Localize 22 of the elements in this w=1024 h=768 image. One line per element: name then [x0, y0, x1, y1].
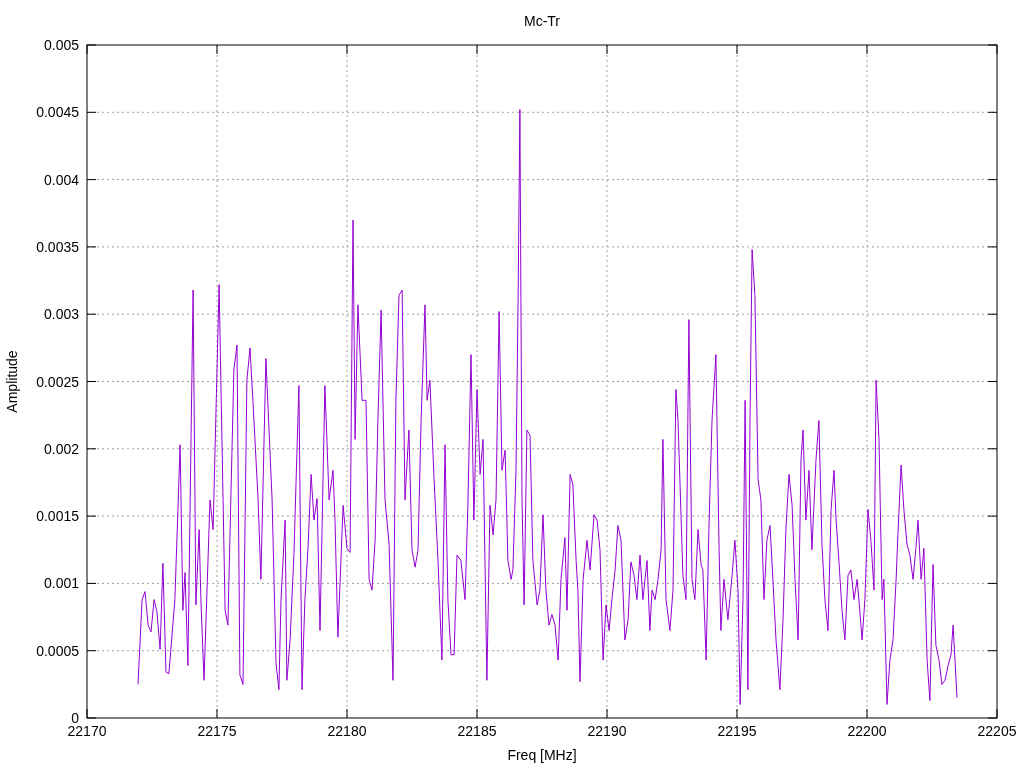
tick-label: 0.003: [43, 306, 79, 323]
tick-label: 22195: [717, 723, 757, 739]
tick-label: 0: [71, 710, 79, 726]
tick-label: 22200: [847, 723, 887, 739]
tick-label: 0.004: [43, 171, 79, 188]
tick-label: 22185: [457, 723, 497, 739]
tick-label: 0.002: [43, 440, 79, 457]
tick-label: 0.0045: [36, 104, 79, 121]
tick-label: 0.001: [43, 575, 79, 592]
tick-label: 0.0035: [36, 238, 79, 255]
x-axis-label: Freq [MHz]: [507, 747, 577, 763]
tick-label: 22180: [327, 723, 367, 739]
tick-label: 0.0005: [36, 642, 79, 659]
tick-label: 22190: [587, 723, 627, 739]
y-axis-label: Amplitude: [4, 350, 20, 413]
tick-label: 22175: [197, 723, 237, 739]
tick-label: 0.005: [43, 37, 79, 53]
tick-label: 22170: [67, 723, 107, 739]
tick-label: 22205: [977, 723, 1017, 739]
tick-label: 0.0015: [36, 508, 79, 525]
chart-title: Mc-Tr: [524, 13, 560, 29]
tick-label: 0.0025: [36, 373, 79, 390]
